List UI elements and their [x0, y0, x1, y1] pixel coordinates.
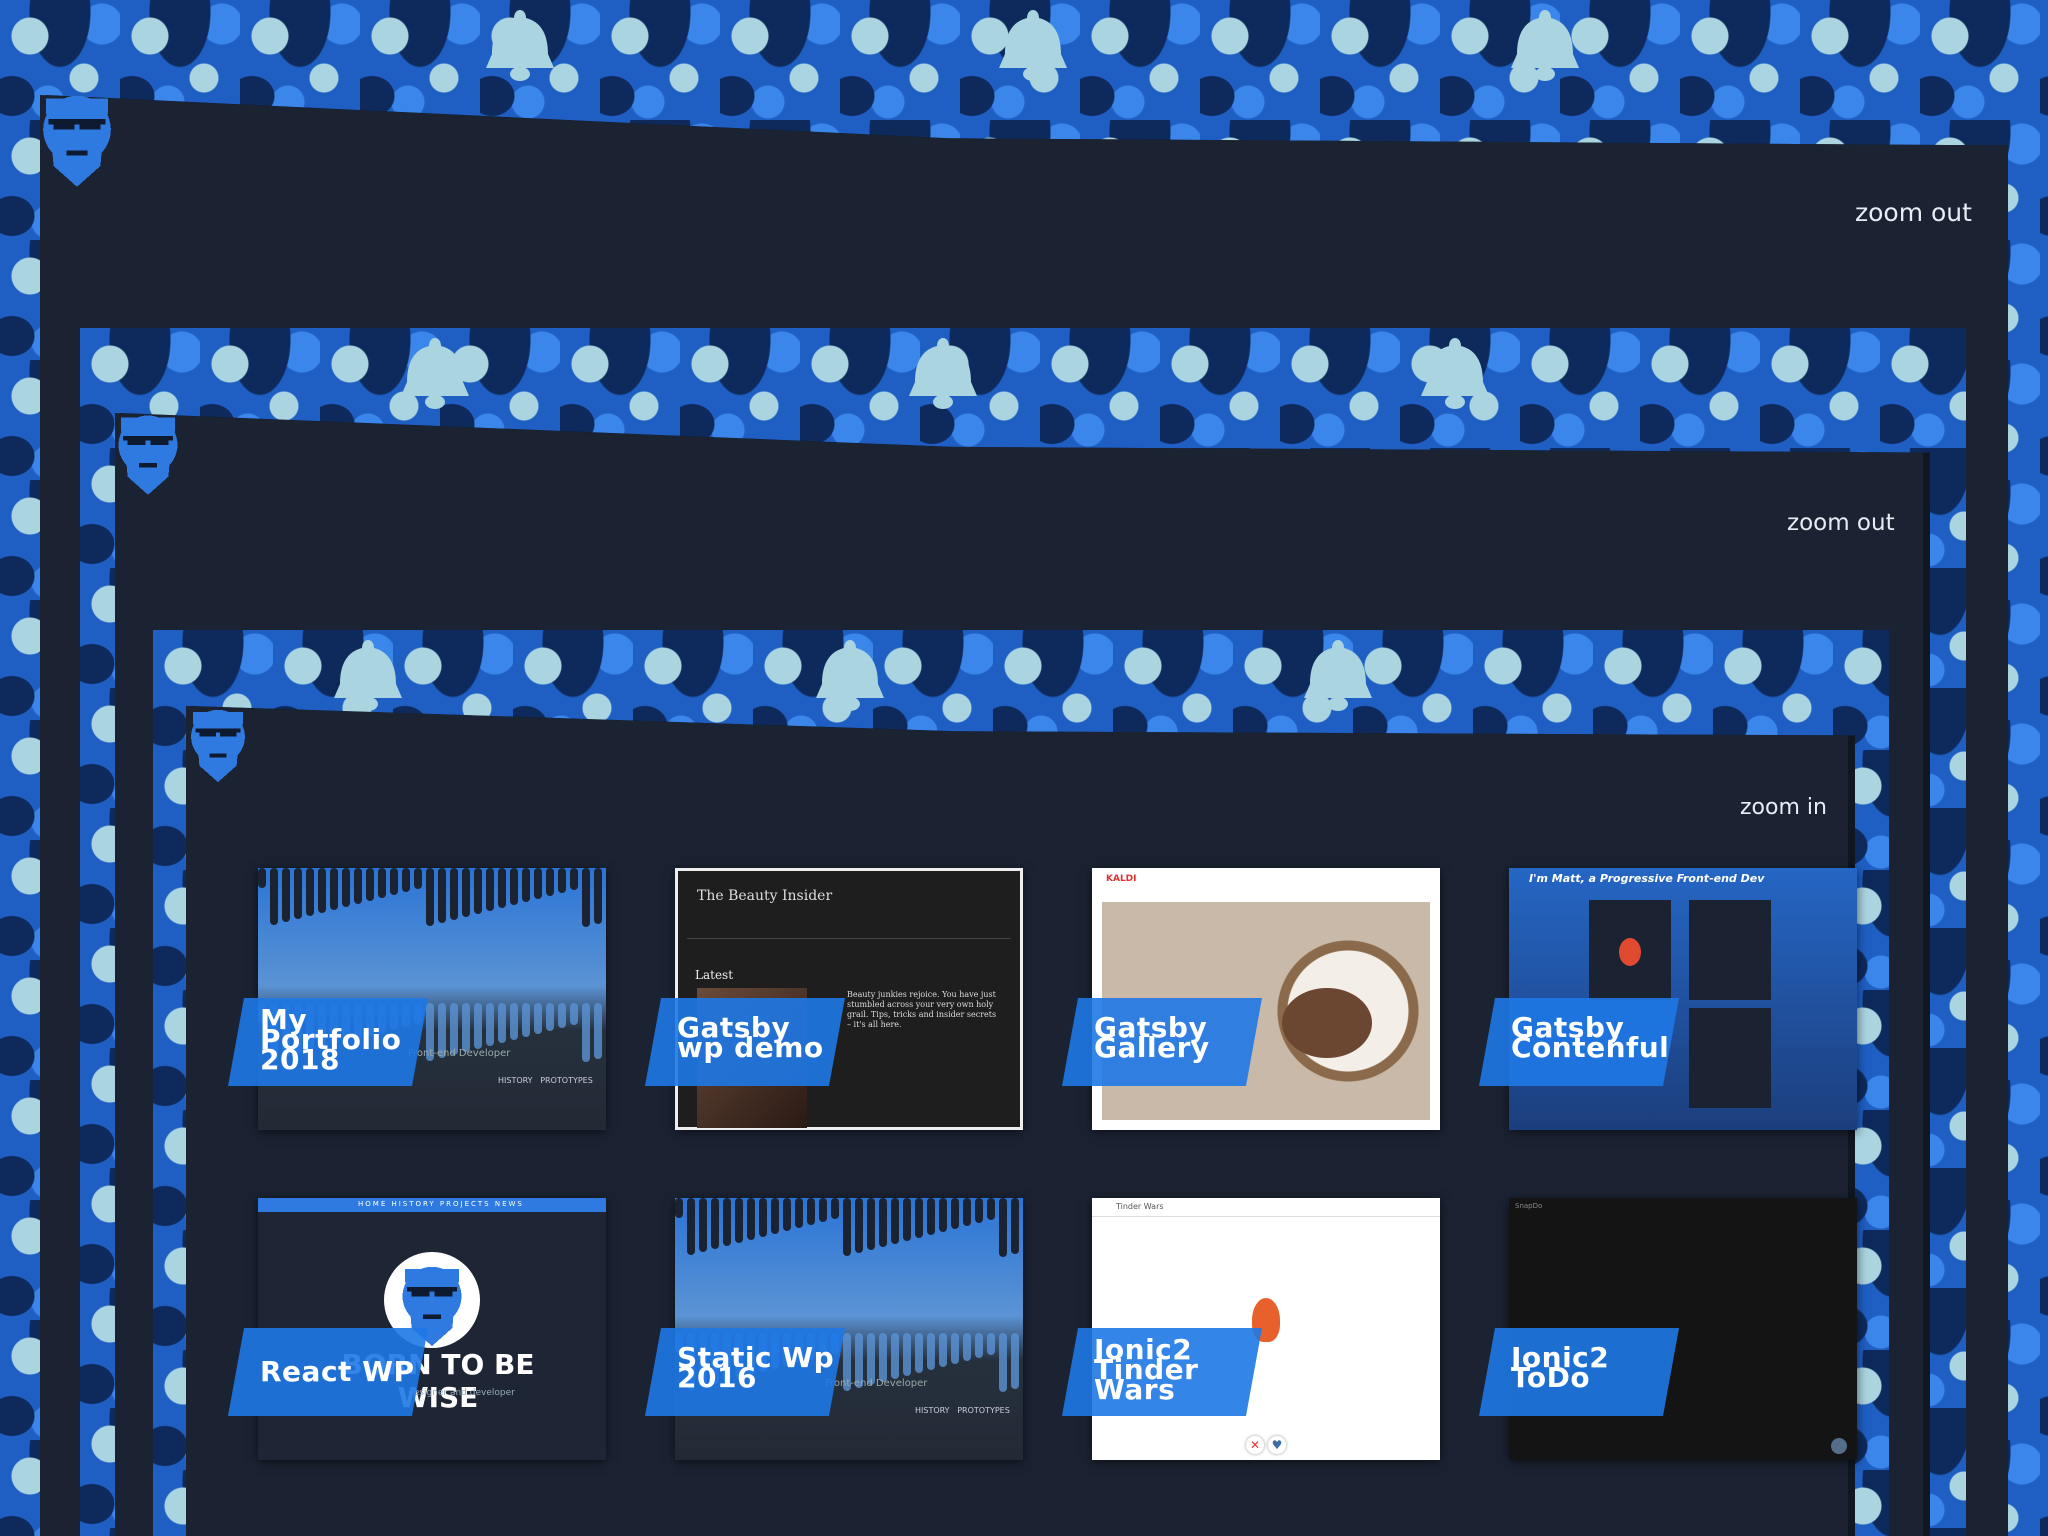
thumb-site-title: The Beauty Insider — [697, 888, 833, 904]
project-title[interactable]: Static Wp 2016 — [645, 1328, 845, 1416]
bell-icon — [480, 6, 560, 84]
thumb-excerpt: Beauty junkies rejoice. You have just st… — [847, 990, 997, 1029]
bell-icon — [993, 6, 1073, 84]
project-title[interactable]: Gatsby Gallery — [1062, 998, 1262, 1086]
project-grid: Front-end Developer HISTORY PROTOTYPES My… — [153, 630, 1889, 1536]
project-card[interactable]: KALDI Gatsby Gallery — [1062, 868, 1440, 1130]
thumb-app-title: Tinder Wars — [1116, 1202, 1164, 1211]
project-title[interactable]: React WP — [228, 1328, 428, 1416]
thumb-nav: HISTORY PROTOTYPES — [498, 1076, 593, 1085]
project-card[interactable]: HOME HISTORY PROJECTS NEWS BORN TO BE WI… — [228, 1198, 606, 1460]
avatar-icon[interactable] — [38, 88, 116, 192]
project-card[interactable]: Front-end Developer HISTORY PROTOTYPES My… — [228, 868, 606, 1130]
thumb-tagline: designer and developer — [408, 1388, 515, 1398]
project-card[interactable]: I'm Matt, a Progressive Front-end Dev Ga… — [1479, 868, 1857, 1130]
project-card[interactable]: The Beauty Insider Latest Beauty junkies… — [645, 868, 1023, 1130]
project-title[interactable]: Gatsby wp demo — [645, 998, 845, 1086]
project-title-line: wp demo — [677, 1031, 824, 1064]
project-card[interactable]: Front-end Developer HISTORY PROTOTYPES St… — [645, 1198, 1023, 1460]
project-title[interactable]: My Portfolio 2018 — [228, 998, 428, 1086]
project-card[interactable]: SnapDo Ionic2 ToDo — [1479, 1198, 1857, 1460]
thumb-caption: Front-end Developer — [825, 1378, 928, 1389]
bell-row — [0, 0, 2048, 110]
project-title[interactable]: Ionic2 Tinder Wars — [1062, 1328, 1262, 1416]
zoom-out-link[interactable]: zoom out — [1787, 510, 1895, 536]
level-2-frame: zoom out zoom in Front-end Developer HIS… — [80, 328, 1966, 1536]
bell-icon — [395, 334, 475, 412]
project-title-line: React WP — [260, 1355, 415, 1388]
thumb-app-title: SnapDo — [1515, 1202, 1543, 1210]
close-icon[interactable]: ✕ — [1246, 1436, 1264, 1454]
thumb-caption: Front-end Developer — [408, 1048, 511, 1059]
heart-icon[interactable]: ♥ — [1268, 1436, 1286, 1454]
project-title[interactable]: Gatsby Contenful — [1479, 998, 1679, 1086]
fab-button[interactable] — [1831, 1438, 1847, 1454]
bell-icon — [1505, 6, 1585, 84]
avatar-icon[interactable] — [114, 408, 182, 500]
thumb-headline: I'm Matt, a Progressive Front-end Dev — [1529, 872, 1765, 885]
thumb-brand: KALDI — [1106, 874, 1137, 884]
project-title[interactable]: Ionic2 ToDo — [1479, 1328, 1679, 1416]
project-title-line: Gallery — [1094, 1031, 1210, 1064]
thumb-section: Latest — [695, 968, 734, 982]
thumb-nav: HOME HISTORY PROJECTS NEWS — [358, 1200, 524, 1208]
project-title-line: Contenful — [1511, 1031, 1670, 1064]
level-3-frame: zoom in Front-end Developer HISTORY PROT… — [153, 630, 1889, 1536]
bell-icon — [1415, 334, 1495, 412]
project-card[interactable]: Tinder Wars ✕ ♥ Ionic2 Tinder Wars — [1062, 1198, 1440, 1460]
bell-row — [80, 328, 1966, 428]
thumb-nav: HISTORY PROTOTYPES — [915, 1406, 1010, 1415]
zoom-out-link[interactable]: zoom out — [1855, 198, 1972, 227]
bell-icon — [903, 334, 983, 412]
